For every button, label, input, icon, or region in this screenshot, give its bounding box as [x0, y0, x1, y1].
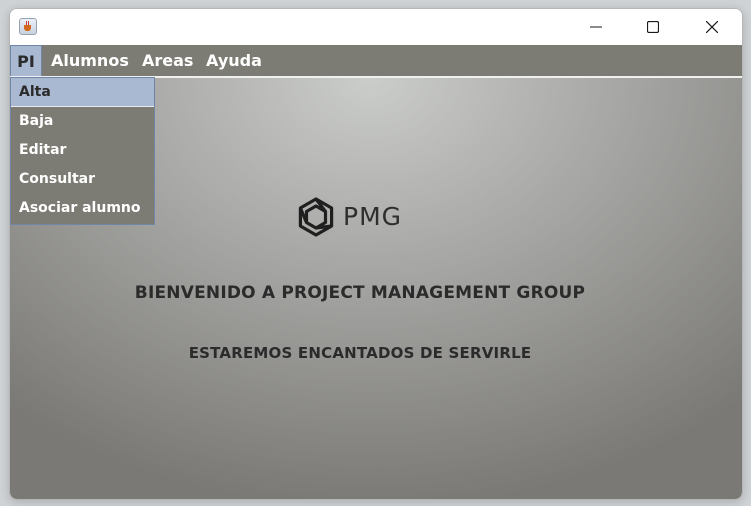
pmg-emblem-icon: [298, 197, 334, 237]
maximize-icon: [647, 21, 659, 33]
maximize-button[interactable]: [630, 9, 676, 45]
close-button[interactable]: [689, 9, 735, 45]
welcome-subheading: ESTAREMOS ENCANTADOS DE SERVIRLE: [188, 344, 532, 362]
menu-item-alta[interactable]: Alta: [11, 78, 154, 107]
welcome-heading: BIENVENIDO A PROJECT MANAGEMENT GROUP: [134, 283, 586, 303]
pi-dropdown-menu: Alta Baja Editar Consultar Asociar alumn…: [10, 77, 155, 225]
menu-areas[interactable]: Areas: [142, 45, 193, 76]
menu-pi[interactable]: PI: [10, 45, 42, 76]
close-icon: [706, 21, 718, 33]
minimize-button[interactable]: [573, 9, 619, 45]
menu-ayuda[interactable]: Ayuda: [206, 45, 262, 76]
app-window: PI Alumnos Areas Ayuda PMG BIENVENIDO A …: [9, 8, 743, 500]
menu-item-asociar-alumno[interactable]: Asociar alumno: [11, 194, 154, 223]
cup-glyph: [24, 25, 31, 31]
pmg-logo: PMG: [295, 196, 415, 240]
logo-text: PMG: [343, 202, 403, 231]
minimize-icon: [590, 26, 602, 28]
title-bar[interactable]: [10, 9, 742, 45]
menu-item-consultar[interactable]: Consultar: [11, 165, 154, 194]
menu-item-editar[interactable]: Editar: [11, 136, 154, 165]
java-app-icon[interactable]: [19, 18, 37, 35]
menu-item-baja[interactable]: Baja: [11, 107, 154, 136]
menu-bar: PI Alumnos Areas Ayuda: [10, 45, 742, 78]
menu-alumnos[interactable]: Alumnos: [51, 45, 129, 76]
